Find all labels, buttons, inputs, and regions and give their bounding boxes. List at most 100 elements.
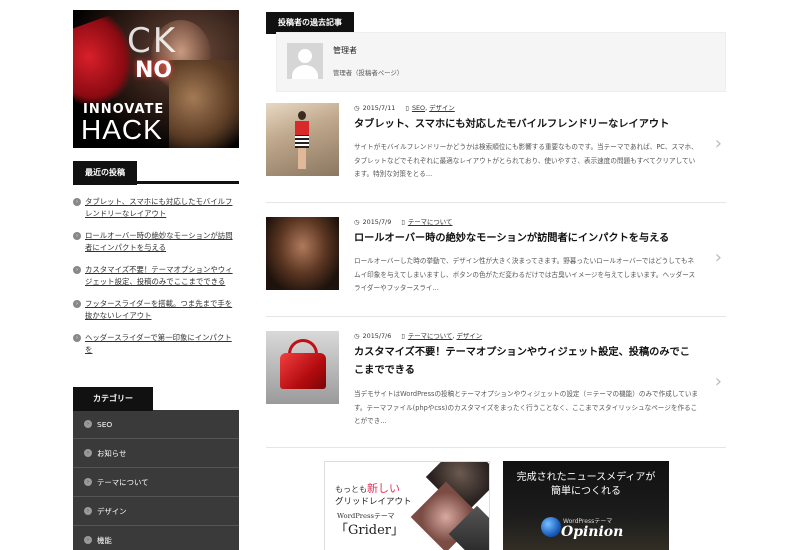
recent-post-item[interactable]: › ロールオーバー時の絶妙なモーションが訪問者にインパクトを与える xyxy=(73,230,239,254)
post-thumbnail[interactable] xyxy=(266,331,339,404)
document-icon: ▯ xyxy=(401,332,405,340)
post-meta: ◷ 2015/7/11 ▯ SEO, デザイン xyxy=(354,103,455,112)
post-category-link[interactable]: SEO xyxy=(412,104,425,112)
author-box: 管理者 管理者（投稿者ページ） xyxy=(276,32,726,92)
circle-arrow-icon: › xyxy=(73,334,81,342)
grider-line1: もっとも新しい xyxy=(335,480,400,496)
post-category-link[interactable]: デザイン xyxy=(429,104,455,112)
circle-arrow-icon: › xyxy=(84,449,92,457)
post-meta: ◷ 2015/7/9 ▯ テーマについて xyxy=(354,217,452,226)
recent-post-link[interactable]: ヘッダースライダーで第一印象にインパクトを xyxy=(85,333,232,354)
clock-icon: ◷ xyxy=(354,218,360,226)
grider-line4: 「Grider」 xyxy=(335,523,404,538)
opinion-headline: 完成されたニュースメディアが 簡単につくれる xyxy=(503,471,669,499)
author-role-link[interactable]: 管理者（投稿者ページ） xyxy=(333,68,403,77)
category-separator: , xyxy=(452,332,455,340)
author-archive-header: 投稿者の過去記事 xyxy=(266,10,726,34)
post-date: 2015/7/6 xyxy=(362,332,392,340)
category-item-news[interactable]: › お知らせ xyxy=(73,439,239,468)
post-title[interactable]: タブレット、スマホにも対応したモバイルフレンドリーなレイアウト xyxy=(354,116,699,134)
logo-letters: CK xyxy=(127,21,178,61)
avatar-head-shape xyxy=(298,49,312,63)
logo-hack: HACK xyxy=(81,114,163,145)
thumbnail-figure xyxy=(294,111,310,169)
opinion-line1: 完成されたニュースメディアが xyxy=(516,472,656,483)
avatar-body-shape xyxy=(292,65,318,79)
category-label: テーマについて xyxy=(97,478,149,487)
category-label: SEO xyxy=(97,420,113,429)
post-divider xyxy=(266,447,726,448)
categories-title: カテゴリー xyxy=(73,387,153,411)
recent-post-item[interactable]: › フッタースライダーを搭載。つま先まで手を抜かないレイアウト xyxy=(73,298,239,322)
recent-post-link[interactable]: タブレット、スマホにも対応したモバイルフレンドリーなレイアウト xyxy=(85,197,232,218)
circle-arrow-icon: › xyxy=(73,198,81,206)
recent-post-item[interactable]: › カスタマイズ不要！テーマオプションやウィジェット設定、投稿のみでここまでできる xyxy=(73,264,239,288)
post-title[interactable]: カスタマイズ不要！テーマオプションやウィジェット設定、投稿のみでここまでできる xyxy=(354,344,699,380)
globe-icon xyxy=(541,517,561,537)
post-thumbnail[interactable] xyxy=(266,103,339,176)
category-label: お知らせ xyxy=(97,449,127,458)
recent-posts-list: › タブレット、スマホにも対応したモバイルフレンドリーなレイアウト › ロールオーバ… xyxy=(73,196,239,356)
figure-legs xyxy=(298,148,306,169)
grider-line2: グリッドレイアウト xyxy=(335,497,412,507)
grider-banner[interactable]: もっとも新しい グリッドレイアウト WordPressテーマ 「Grider」 xyxy=(324,461,490,550)
sidebar: CK NO INNOVATE HACK 最近の投稿 › タブレット、スマホにも対応… xyxy=(73,10,239,550)
recent-post-item[interactable]: › ヘッダースライダーで第一印象にインパクトを xyxy=(73,332,239,356)
post-category-link[interactable]: デザイン xyxy=(457,332,483,340)
avatar[interactable] xyxy=(287,43,323,79)
document-icon: ▯ xyxy=(401,218,405,226)
opinion-line2: 簡単につくれる xyxy=(551,486,621,497)
opinion-banner[interactable]: 完成されたニュースメディアが 簡単につくれる WordPressテーマ Opini… xyxy=(503,461,669,550)
recent-posts-title: 最近の投稿 xyxy=(73,161,137,185)
recent-posts-header: 最近の投稿 xyxy=(73,160,239,185)
post-title[interactable]: ロールオーバー時の絶妙なモーションが訪問者にインパクトを与える xyxy=(354,230,699,248)
figure-head xyxy=(298,111,306,120)
post-item[interactable]: ◷ 2015/7/9 ▯ テーマについて ロールオーバー時の絶妙なモーションが訪問者… xyxy=(266,217,726,317)
category-item-theme[interactable]: › テーマについて xyxy=(73,468,239,497)
clock-icon: ◷ xyxy=(354,332,360,340)
circle-arrow-icon: › xyxy=(73,232,81,240)
site-logo-hero[interactable]: CK NO INNOVATE HACK xyxy=(73,10,239,148)
post-item[interactable]: ◷ 2015/7/11 ▯ SEO, デザイン タブレット、スマホにも対応したモバイ… xyxy=(266,103,726,203)
circle-arrow-icon: › xyxy=(84,478,92,486)
category-label: デザイン xyxy=(97,507,127,516)
grider-line1b: 新しい xyxy=(367,482,400,495)
logo-no: NO xyxy=(135,58,173,83)
post-excerpt: 当デモサイトはWordPressの投稿とテーマオプションやウィジェットの設定（＝… xyxy=(354,390,699,425)
category-item-features[interactable]: › 機能 xyxy=(73,526,239,550)
main-content: 投稿者の過去記事 管理者 管理者（投稿者ページ） ◷ 2015/7/11 ▯ SEO… xyxy=(266,10,726,448)
post-thumbnail[interactable] xyxy=(266,217,339,290)
hero-hair xyxy=(169,60,239,148)
post-divider xyxy=(266,202,726,203)
category-separator: , xyxy=(425,104,428,112)
chevron-right-icon[interactable]: › xyxy=(715,373,722,391)
categories-header: カテゴリー xyxy=(73,386,239,411)
grider-line1a: もっとも xyxy=(335,485,367,494)
figure-top xyxy=(295,121,309,135)
circle-arrow-icon: › xyxy=(73,266,81,274)
recent-post-item[interactable]: › タブレット、スマホにも対応したモバイルフレンドリーなレイアウト xyxy=(73,196,239,220)
category-label: 機能 xyxy=(97,536,112,545)
post-category-link[interactable]: テーマについて xyxy=(408,218,453,226)
circle-arrow-icon: › xyxy=(73,300,81,308)
category-item-seo[interactable]: › SEO xyxy=(73,410,239,439)
post-meta: ◷ 2015/7/6 ▯ テーマについて, デザイン xyxy=(354,331,482,340)
clock-icon: ◷ xyxy=(354,104,360,112)
chevron-right-icon[interactable]: › xyxy=(715,249,722,267)
author-archive-title: 投稿者の過去記事 xyxy=(266,12,354,34)
category-item-design[interactable]: › デザイン xyxy=(73,497,239,526)
post-divider xyxy=(266,316,726,317)
recent-post-link[interactable]: ロールオーバー時の絶妙なモーションが訪問者にインパクトを与える xyxy=(85,231,233,252)
chevron-right-icon[interactable]: › xyxy=(715,135,722,153)
post-item[interactable]: ◷ 2015/7/6 ▯ テーマについて, デザイン カスタマイズ不要！テーマオプシ… xyxy=(266,331,726,448)
author-name: 管理者 xyxy=(333,46,357,55)
recent-post-link[interactable]: フッタースライダーを搭載。つま先まで手を抜かないレイアウト xyxy=(85,299,232,320)
document-icon: ▯ xyxy=(405,104,409,112)
recent-post-link[interactable]: カスタマイズ不要！テーマオプションやウィジェット設定、投稿のみでここまでできる xyxy=(85,265,233,286)
circle-arrow-icon: › xyxy=(84,536,92,544)
post-excerpt: サイトがモバイルフレンドリーかどうかは検索順位にも影響する重要なものです。当テー… xyxy=(354,143,698,178)
circle-arrow-icon: › xyxy=(84,420,92,428)
post-category-link[interactable]: テーマについて xyxy=(408,332,453,340)
opinion-line4: Opinion xyxy=(561,524,624,540)
post-excerpt: ロールオーバーした時の挙動で、デザイン性が大きく決まってきます。野暮ったいロール… xyxy=(354,257,696,292)
